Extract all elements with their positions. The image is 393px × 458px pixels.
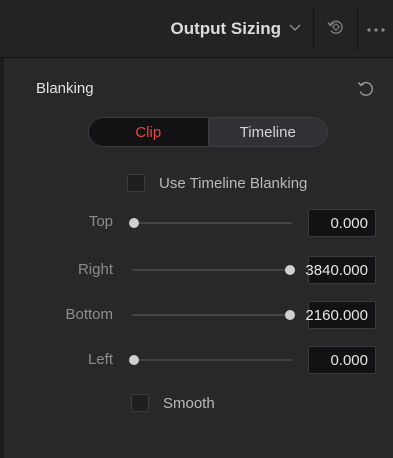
smooth-label: Smooth — [163, 394, 215, 412]
bottom-slider[interactable] — [132, 310, 295, 320]
keyframe-button[interactable] — [314, 0, 357, 58]
keyframe-icon — [326, 17, 346, 42]
clip-timeline-toggle: Clip Timeline — [88, 117, 328, 147]
reset-icon[interactable] — [356, 79, 376, 99]
use-timeline-blanking-checkbox[interactable] — [127, 174, 145, 192]
tab-timeline[interactable]: Timeline — [207, 118, 327, 146]
output-sizing-dropdown[interactable]: Output Sizing — [0, 0, 313, 58]
right-slider[interactable] — [132, 265, 295, 275]
right-slider-handle[interactable] — [285, 265, 295, 275]
bottom-slider-handle[interactable] — [285, 310, 295, 320]
inspector-header: Output Sizing — [0, 0, 393, 58]
more-options-icon — [365, 20, 387, 38]
bottom-label: Bottom — [65, 306, 113, 323]
top-slider-handle[interactable] — [129, 218, 139, 228]
use-timeline-blanking-label: Use Timeline Blanking — [159, 174, 308, 192]
top-label: Top — [88, 213, 113, 230]
top-slider[interactable] — [129, 218, 292, 228]
use-timeline-blanking-option[interactable]: Use Timeline Blanking — [127, 174, 307, 192]
left-slider[interactable] — [129, 355, 292, 365]
tab-clip[interactable]: Clip — [89, 118, 208, 146]
left-value-field[interactable]: 0.000 — [308, 346, 376, 374]
left-label: Left — [87, 351, 113, 368]
bottom-value-field[interactable]: 2160.000 — [305, 301, 376, 329]
right-label: Right — [77, 261, 113, 278]
smooth-checkbox[interactable] — [131, 394, 149, 412]
smooth-option[interactable]: Smooth — [131, 394, 215, 412]
left-slider-handle[interactable] — [129, 355, 139, 365]
top-value-field[interactable]: 0.000 — [308, 209, 376, 237]
more-options-button[interactable] — [358, 0, 393, 58]
chevron-down-icon — [289, 19, 301, 37]
header-title: Output Sizing — [170, 19, 281, 38]
right-value-field[interactable]: 3840.000 — [305, 256, 376, 284]
section-title: Blanking — [36, 80, 94, 97]
